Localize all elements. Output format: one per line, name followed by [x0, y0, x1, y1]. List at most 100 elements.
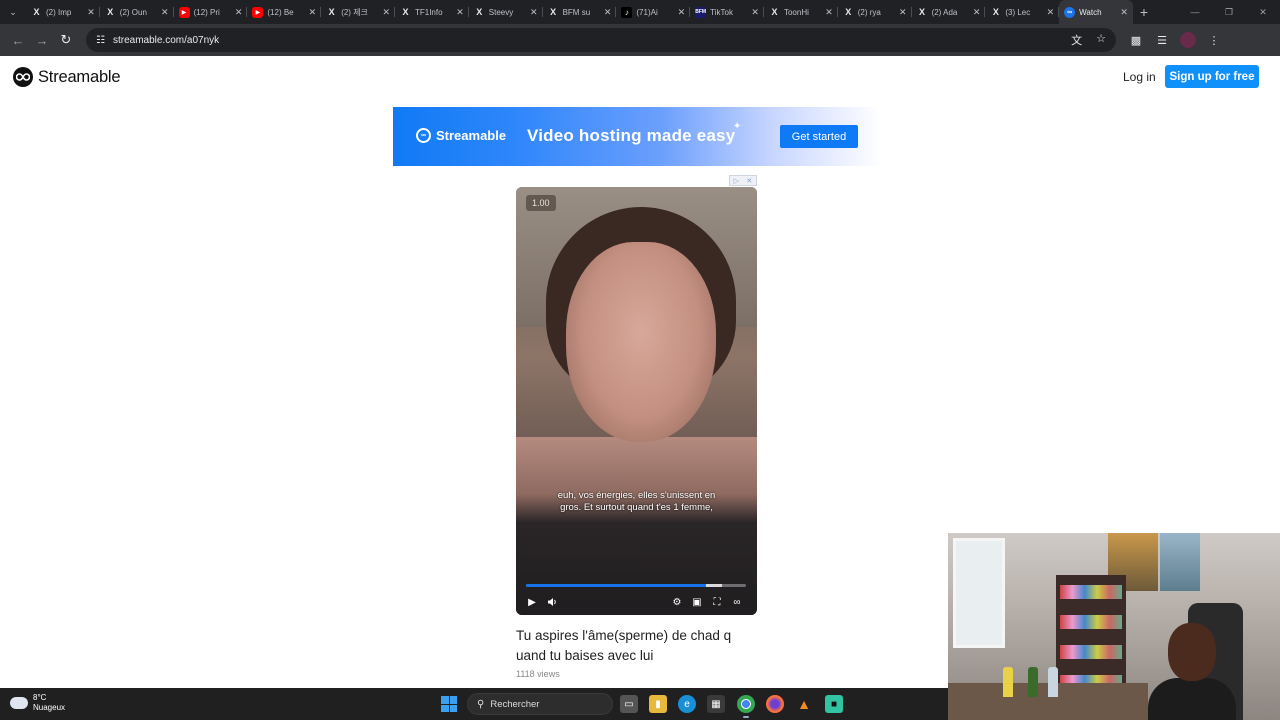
x-icon: X: [33, 7, 40, 17]
browser-toolbar: ← → ↻ ☷ streamable.com/a07nyk 文 ☆ ▩ ☰ ⋮: [0, 24, 1280, 56]
tab-close-icon[interactable]: ✕: [309, 7, 317, 18]
browser-tab[interactable]: X ToonHi ✕: [764, 0, 838, 24]
task-view-icon[interactable]: ▭: [620, 695, 638, 713]
tab-close-icon[interactable]: ✕: [1120, 7, 1128, 18]
adchoices-icon[interactable]: ▷ ✕: [729, 175, 757, 186]
tab-close-icon[interactable]: ✕: [825, 7, 833, 18]
tab-close-icon[interactable]: ✕: [530, 7, 538, 18]
browser-tab[interactable]: ▶ (12) Pri ✕: [174, 0, 248, 24]
x-icon: X: [107, 7, 114, 17]
window-controls: — ❐ ✕: [1178, 0, 1280, 24]
weather-widget[interactable]: 8°C Nuageux: [10, 693, 65, 713]
toolbar-actions: ▩ ☰ ⋮: [1128, 32, 1222, 48]
back-icon[interactable]: ←: [6, 28, 30, 52]
extensions-icon[interactable]: ▩: [1128, 32, 1144, 48]
tab-close-icon[interactable]: ✕: [1047, 7, 1055, 18]
browser-tab[interactable]: ∞ Watch ✕: [1059, 0, 1133, 24]
site-info-icon[interactable]: ☷: [96, 35, 105, 46]
firefox-icon[interactable]: [766, 695, 784, 713]
browser-tab[interactable]: BFM TikTok ✕: [690, 0, 764, 24]
windows-start-icon[interactable]: [441, 696, 457, 712]
tab-close-icon[interactable]: ✕: [87, 7, 95, 18]
logo-text: Streamable: [38, 67, 121, 86]
fullscreen-icon[interactable]: ⛶: [709, 594, 725, 610]
play-icon[interactable]: ▶: [524, 594, 540, 610]
settings-gear-icon[interactable]: ⚙: [669, 594, 685, 610]
sparkle-icon: ✦: [733, 121, 742, 132]
browser-tab[interactable]: X TF1Info ✕: [395, 0, 469, 24]
browser-tab[interactable]: ♪ (71)Ai ✕: [616, 0, 690, 24]
ad-get-started-button[interactable]: Get started: [780, 125, 858, 148]
tab-close-icon[interactable]: ✕: [973, 7, 981, 18]
chrome-icon[interactable]: [737, 695, 755, 718]
edge-icon[interactable]: e: [678, 695, 696, 713]
forward-icon[interactable]: →: [30, 28, 54, 52]
store-icon[interactable]: ▦: [707, 695, 725, 713]
youtube-icon: ▶: [252, 6, 264, 18]
browser-tab[interactable]: X Steevy ✕: [469, 0, 543, 24]
webcam-window: [953, 538, 1005, 648]
taskbar-search[interactable]: ⚲ Rechercher: [467, 693, 613, 715]
ad-logo-text: Streamable: [436, 128, 507, 143]
weather-desc: Nuageux: [33, 703, 66, 712]
browser-tab[interactable]: X (2) Imp ✕: [26, 0, 100, 24]
address-bar[interactable]: ☷ streamable.com/a07nyk 文 ☆: [86, 28, 1116, 52]
restore-icon[interactable]: ❐: [1212, 0, 1246, 24]
x-icon: X: [550, 7, 557, 17]
site-logo[interactable]: Streamable: [13, 67, 121, 87]
minimize-icon[interactable]: —: [1178, 0, 1212, 24]
signup-button[interactable]: Sign up for free: [1165, 65, 1259, 88]
ad-streamable-icon: ∞: [416, 128, 431, 143]
tab-close-icon[interactable]: ✕: [456, 7, 464, 18]
login-link[interactable]: Log in: [1123, 70, 1156, 84]
tab-strip: ⌄ X (2) Imp ✕ X (2) Oun ✕ ▶ (12) Pri ✕ ▶ (12) Be ✕ X…: [0, 0, 1280, 24]
browser-tab[interactable]: X BFM su ✕: [543, 0, 617, 24]
profile-avatar[interactable]: [1180, 32, 1196, 48]
file-explorer-icon[interactable]: ▮: [649, 695, 667, 713]
x-icon: X: [992, 7, 999, 17]
streamlabs-icon[interactable]: ■: [825, 695, 843, 713]
browser-tab[interactable]: X (2) 제크 ✕: [321, 0, 395, 24]
video-views: 1118 views: [516, 669, 560, 679]
bookmark-star-icon[interactable]: ☆: [1096, 32, 1106, 48]
tab-close-icon[interactable]: ✕: [751, 7, 759, 18]
video-seekbar[interactable]: [526, 584, 746, 587]
media-control-icon[interactable]: ☰: [1154, 32, 1170, 48]
browser-tab[interactable]: X (2) Ada ✕: [912, 0, 986, 24]
ad-banner[interactable]: ∞ Streamable Video hosting made easy ✦ G…: [393, 107, 881, 166]
tab-close-icon[interactable]: ✕: [382, 7, 390, 18]
tab-close-icon[interactable]: ✕: [604, 7, 612, 18]
tab-close-icon[interactable]: ✕: [899, 7, 907, 18]
streamable-watermark-icon[interactable]: ∞: [729, 594, 745, 610]
browser-tab[interactable]: X (3) Lec ✕: [985, 0, 1059, 24]
video-timestamp: 1.00: [526, 195, 556, 211]
tab-search-icon[interactable]: ⌄: [0, 0, 26, 24]
volume-icon[interactable]: [544, 594, 560, 610]
translate-icon[interactable]: 文: [1071, 32, 1082, 48]
vlc-icon[interactable]: ▲: [795, 695, 813, 713]
tab-label: (12) Pri: [193, 7, 220, 17]
browser-menu-icon[interactable]: ⋮: [1206, 32, 1222, 48]
video-title: Tu aspires l'âme(sperme) de chad q uand …: [516, 628, 732, 663]
picture-in-picture-icon[interactable]: ▣: [689, 594, 705, 610]
browser-tab[interactable]: ▶ (12) Be ✕: [247, 0, 321, 24]
bfm-icon: BFM: [695, 6, 707, 18]
video-frame-body: [516, 437, 757, 615]
tab-label: TF1Info: [414, 7, 443, 17]
webcam-overlay: [948, 533, 1280, 720]
browser-tab[interactable]: X (2) Oun ✕: [100, 0, 174, 24]
tab-label: (2) rya: [857, 7, 881, 17]
video-player[interactable]: 1.00 euh, vos énergies, elles s'unissent…: [516, 187, 757, 615]
tab-close-icon[interactable]: ✕: [161, 7, 169, 18]
tab-close-icon[interactable]: ✕: [678, 7, 686, 18]
close-window-icon[interactable]: ✕: [1246, 0, 1280, 24]
tab-label: TikTok: [710, 7, 733, 17]
seek-buffered: [706, 584, 722, 587]
reload-icon[interactable]: ↻: [54, 28, 78, 52]
browser-tab[interactable]: X (2) rya ✕: [838, 0, 912, 24]
tab-close-icon[interactable]: ✕: [235, 7, 243, 18]
url-text[interactable]: streamable.com/a07nyk: [113, 35, 219, 46]
tab-label: (12) Be: [267, 7, 294, 17]
x-icon: X: [402, 7, 409, 17]
new-tab-button[interactable]: +: [1133, 0, 1155, 24]
